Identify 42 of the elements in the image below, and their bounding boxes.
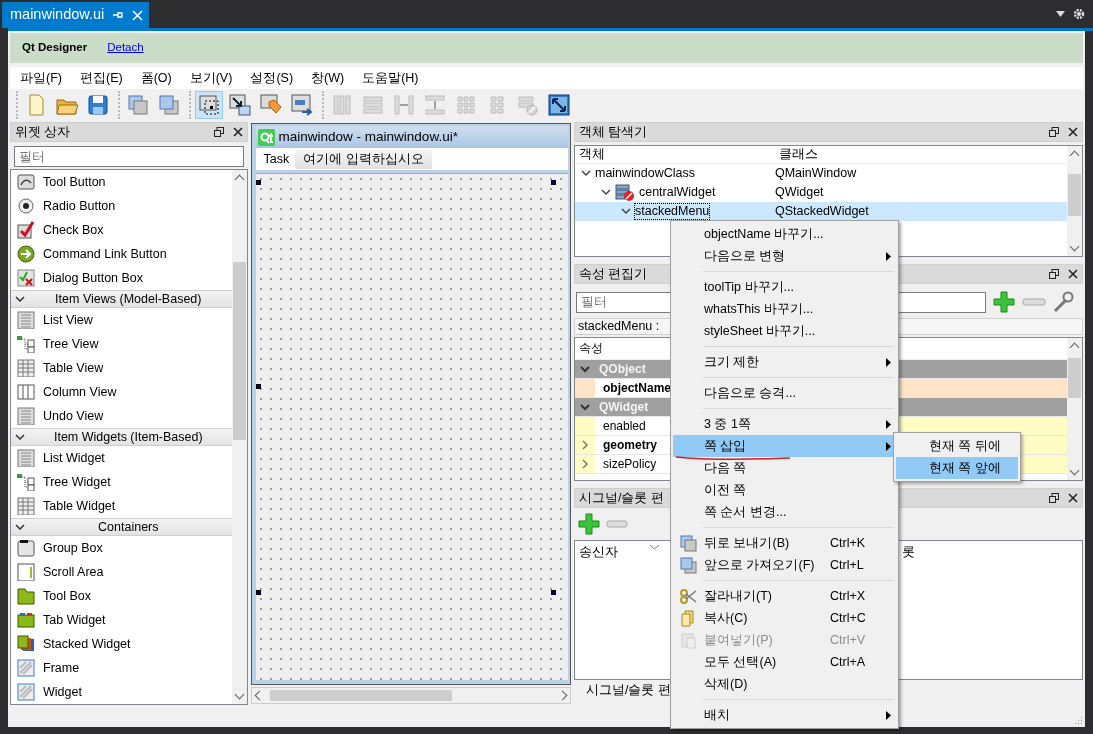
widget-label: Table Widget (43, 498, 116, 514)
widget-label: Tool Box (43, 588, 91, 604)
group-name: QWidget (597, 399, 649, 415)
widget-label: Widget (43, 684, 82, 700)
dock-title: 객체 탐색기 (578, 124, 648, 140)
widget-label: Scroll Area (43, 564, 104, 580)
class-name: QStackedWidget (774, 204, 869, 219)
group-name: QObject (597, 361, 646, 377)
category-label: Containers (97, 519, 160, 535)
widget-label: List Widget (43, 450, 105, 466)
widget-label: Undo View (43, 408, 104, 424)
property-name: enabled (601, 418, 646, 434)
category-label: Item Widgets (Item-Based) (52, 429, 204, 445)
property-name: sizePolicy (601, 456, 657, 472)
object-name: centralWidget (638, 185, 716, 200)
widget-label: Group Box (43, 540, 103, 556)
category-label: Item Views (Model-Based) (54, 291, 203, 307)
class-name: QMainWindow (774, 166, 857, 181)
widget-label: Tab Widget (43, 612, 106, 628)
form-title: mainwindow - mainwindow.ui* (278, 128, 458, 146)
property-name: geometry (601, 437, 657, 453)
class-name: QWidget (774, 185, 824, 200)
widget-label: Table View (43, 360, 104, 376)
dock-title: 시그널/슬롯 편 (578, 490, 664, 506)
dock-title: 위젯 상자 (15, 124, 71, 140)
widget-label: Dialog Button Box (43, 270, 144, 286)
widget-label: Tree Widget (43, 474, 111, 490)
tab-title: mainwindow.ui (10, 6, 105, 24)
widget-label: Stacked Widget (43, 636, 131, 652)
widget-label: Column View (43, 384, 117, 400)
property-name: objectName (601, 380, 671, 396)
widget-label: List View (43, 312, 93, 328)
dock-title: 속성 편집기 (578, 266, 648, 282)
widget-label: Frame (43, 660, 80, 676)
banner-title: Qt Designer (22, 41, 88, 55)
widget-label: Check Box (43, 222, 104, 238)
widget-label: Tree View (43, 336, 99, 352)
widget-label: Radio Button (43, 198, 116, 214)
object-name: stackedMenu (634, 204, 710, 219)
widget-label: Tool Button (43, 174, 106, 190)
object-name: mainwindowClass (594, 166, 695, 181)
widget-label: Command Link Button (43, 246, 167, 262)
